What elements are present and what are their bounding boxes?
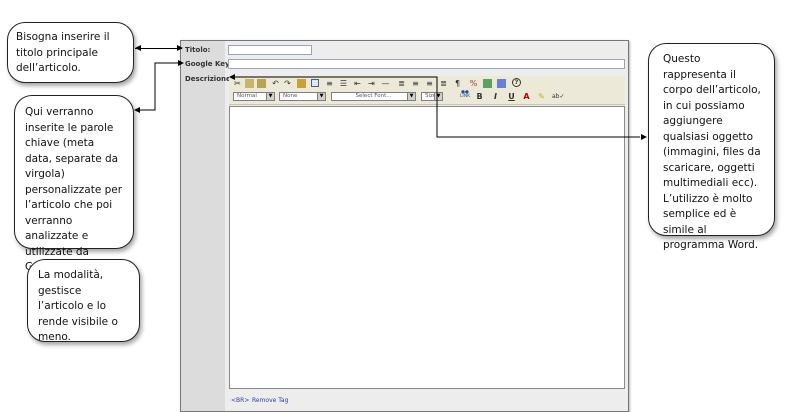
arrowhead-right-icon bbox=[178, 60, 184, 66]
arrowhead-left-icon bbox=[229, 74, 235, 80]
arrowhead-left-icon bbox=[134, 107, 140, 113]
arrowhead-left-icon bbox=[135, 45, 141, 51]
body-connector-line bbox=[230, 76, 640, 138]
title-connector-arrowheads bbox=[134, 45, 647, 140]
keywords-connector-line bbox=[135, 62, 183, 111]
arrowhead-right-icon bbox=[641, 134, 647, 140]
arrowhead-right-icon bbox=[177, 45, 183, 51]
